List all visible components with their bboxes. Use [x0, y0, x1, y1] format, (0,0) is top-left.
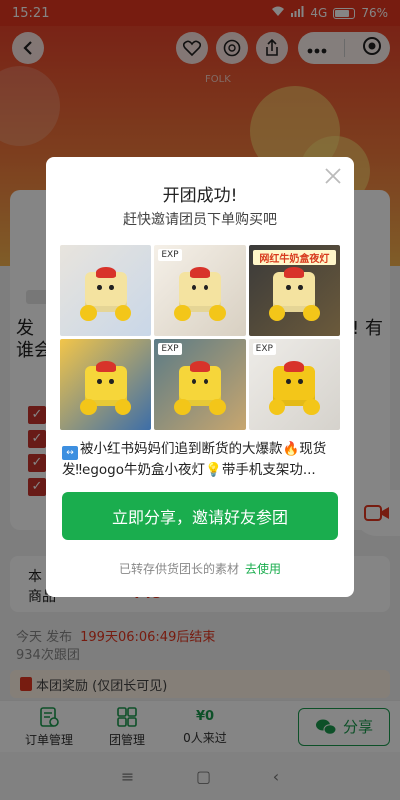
product-photo[interactable]: EXP: [154, 245, 246, 336]
product-description: ↔ 被小红书妈妈们追到断货的大爆款🔥现货发‼egogo牛奶盒小夜灯💡带手机支架功.…: [62, 439, 340, 479]
product-photo[interactable]: EXP: [248, 339, 340, 430]
arrows-icon: ↔: [62, 446, 78, 460]
product-photo[interactable]: EXP: [154, 339, 246, 430]
use-material-link[interactable]: 去使用: [245, 562, 281, 576]
product-photo[interactable]: [60, 245, 152, 336]
product-photo[interactable]: 网红牛奶盒夜灯: [248, 245, 340, 336]
group-success-dialog: 开团成功! 赶快邀请团员下单购买吧 EXP 网红牛奶盒夜灯 EXP EXP ↔ 被…: [46, 157, 354, 597]
description-text: 被小红书妈妈们追到断货的大爆款🔥现货发‼egogo牛奶盒小夜灯💡带手机支架功..…: [62, 441, 327, 478]
dialog-footer: 已转存供货团长的素材 去使用: [46, 560, 354, 577]
dialog-subtitle: 赶快邀请团员下单购买吧: [123, 212, 277, 228]
footer-text: 已转存供货团长的素材: [118, 562, 239, 576]
product-photo[interactable]: [60, 339, 152, 430]
dialog-title: 开团成功!: [162, 186, 238, 206]
share-invite-button[interactable]: 立即分享，邀请好友参团: [62, 492, 338, 540]
product-photo-grid: EXP 网红牛奶盒夜灯 EXP EXP: [60, 245, 340, 430]
